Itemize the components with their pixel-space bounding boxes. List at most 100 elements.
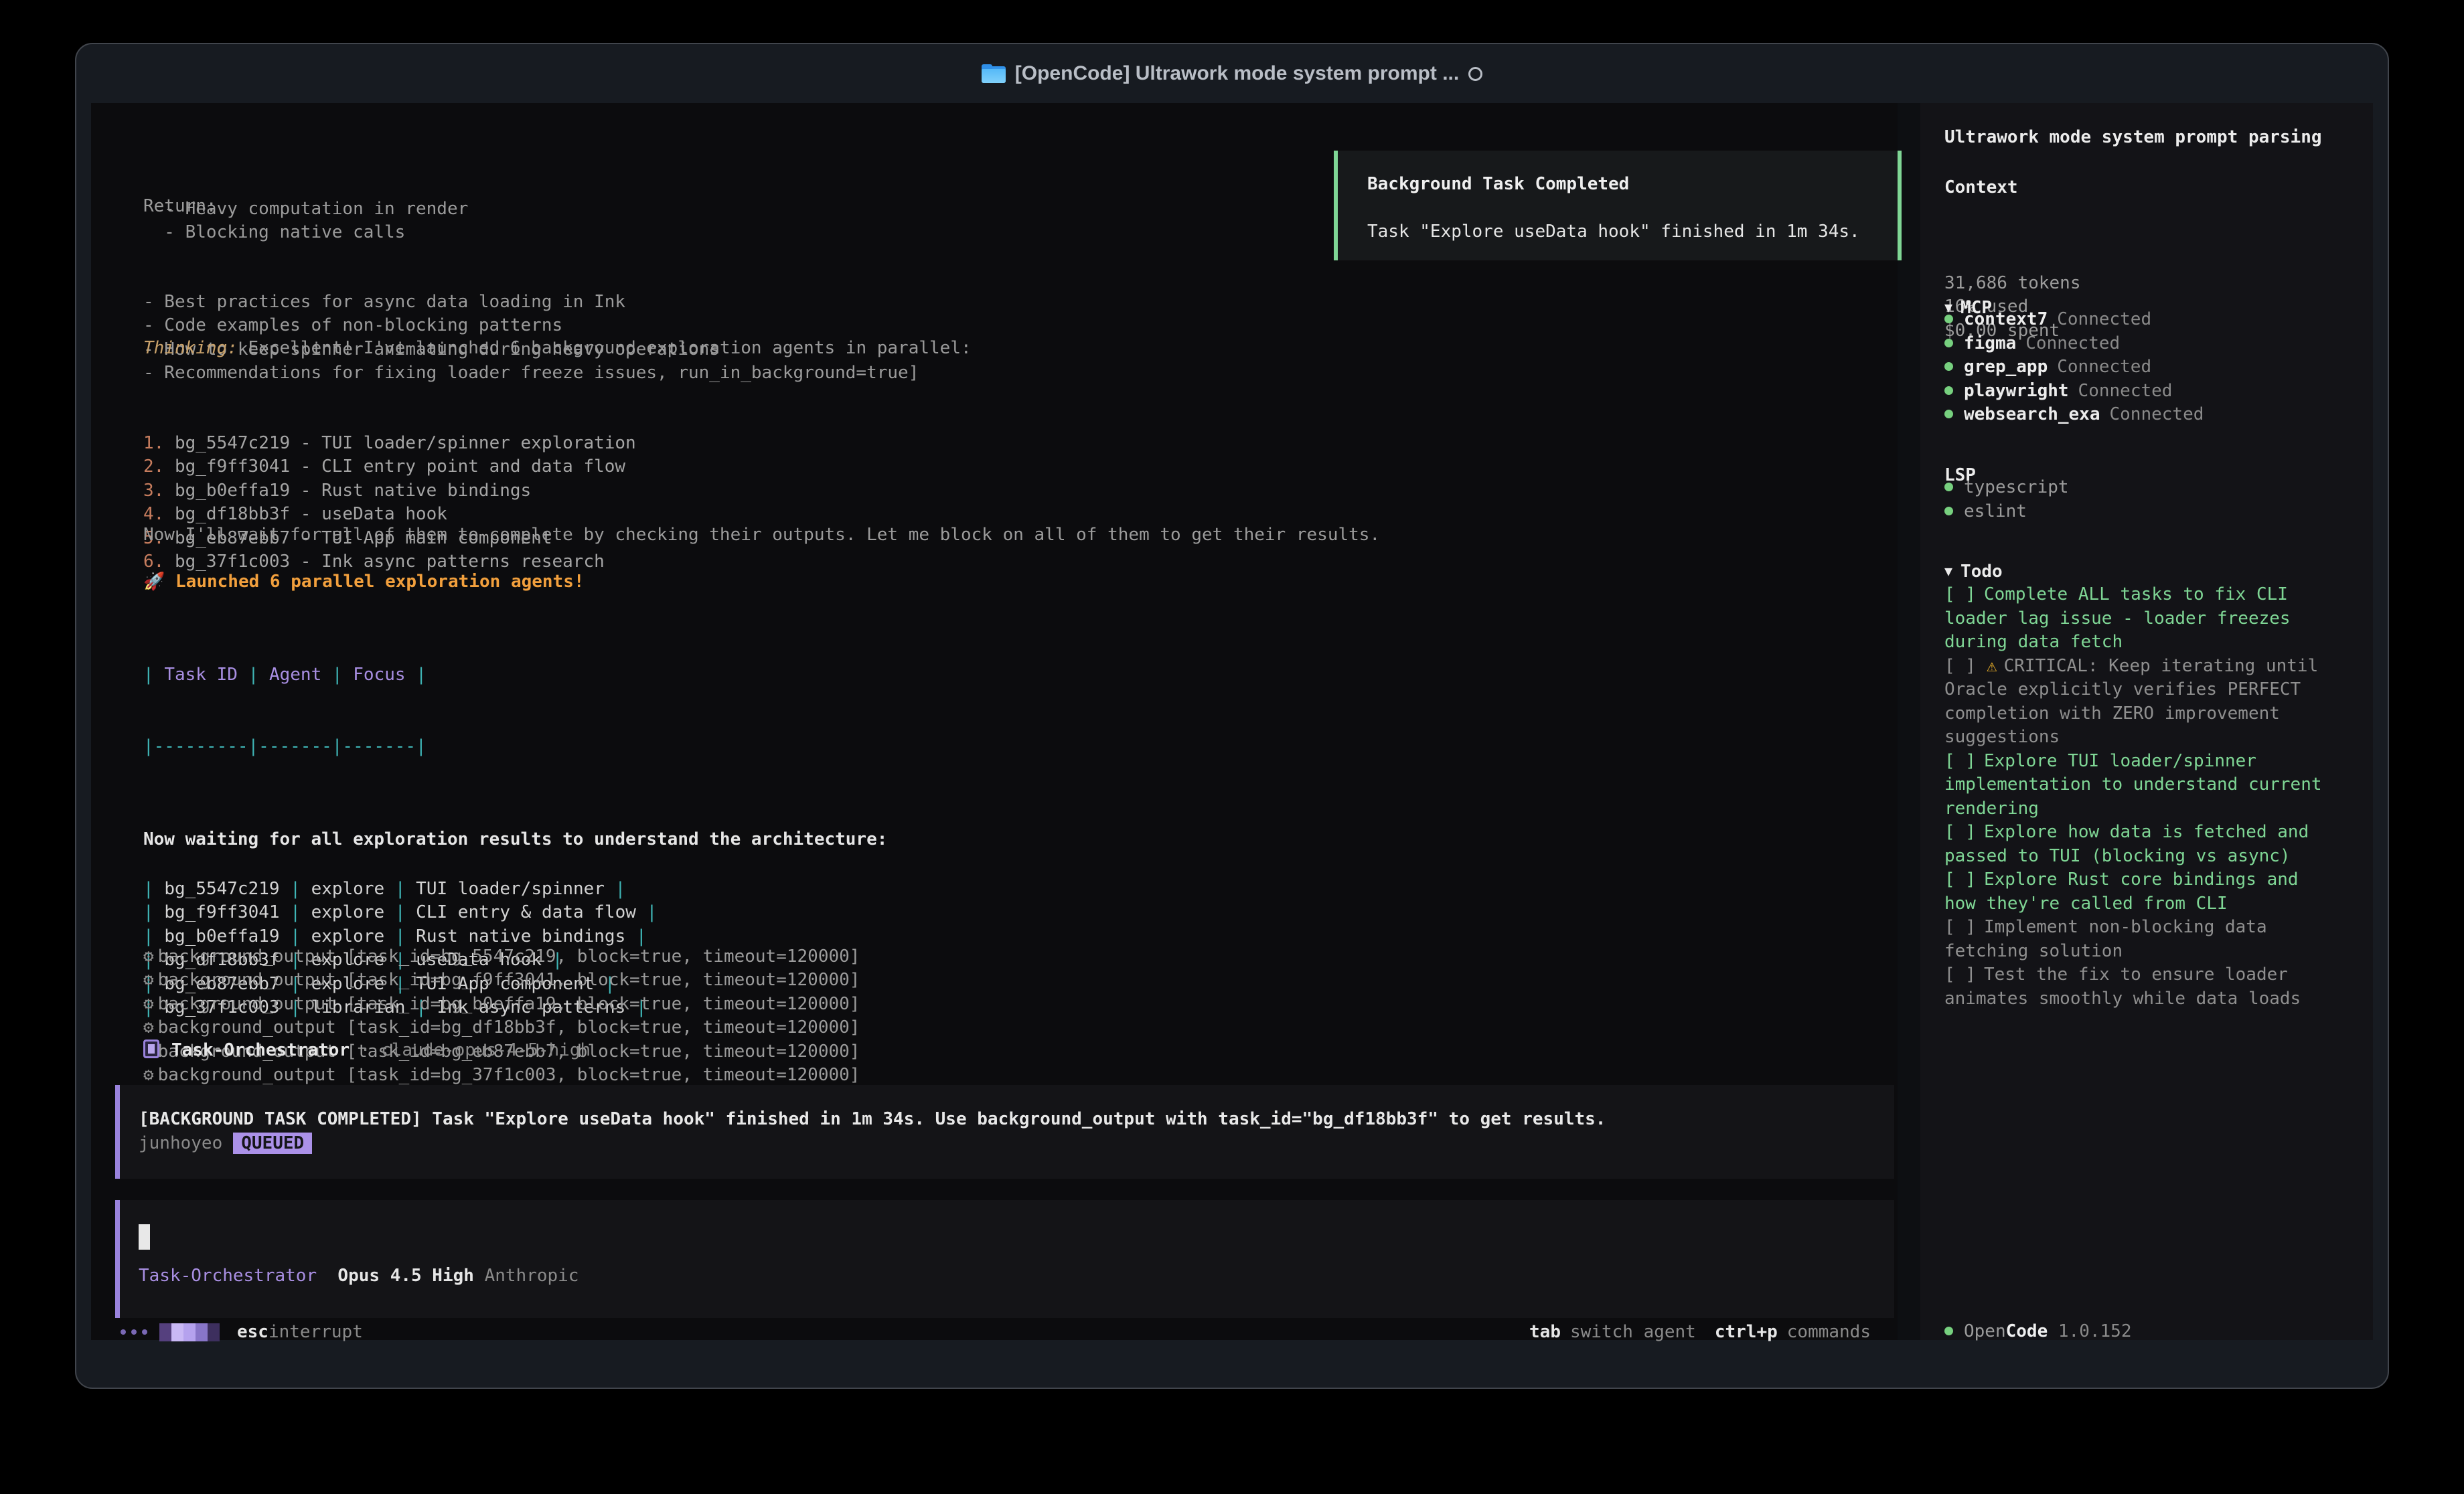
agent-badge-icon: [143, 1040, 159, 1058]
todo-checkbox[interactable]: [ ]: [1944, 584, 1976, 604]
spinner-icon: [159, 1323, 220, 1341]
window-title-group: [OpenCode] Ultrawork mode system prompt …: [76, 44, 2388, 103]
title-bar[interactable]: [OpenCode] Ultrawork mode system prompt …: [76, 44, 2388, 103]
tool-call-line: ⚙background_output [task_id=bg_f9ff3041,…: [143, 969, 860, 993]
mcp-item: context7Connected: [1944, 308, 2204, 332]
username: junhoyeo: [139, 1133, 222, 1153]
todo-item: [ ]Explore Rust core bindings and how th…: [1944, 868, 2333, 916]
launch-text: Launched 6 parallel exploration agents!: [175, 572, 584, 592]
thinking-label: Thinking:: [143, 338, 238, 358]
folder-icon: [982, 64, 1006, 83]
prompt-input[interactable]: Task-Orchestrator Opus 4.5 High Anthropi…: [115, 1200, 1894, 1318]
gear-icon: ⚙: [143, 970, 154, 990]
ctrlp-key-hint[interactable]: ctrl+p: [1715, 1322, 1778, 1342]
todo-item: [ ]⚠CRITICAL: Keep iterating until Oracl…: [1944, 655, 2333, 750]
ctrlp-key-label: commands: [1787, 1322, 1871, 1342]
tool-call-line: ⚙background_output [task_id=bg_b0effa19,…: [143, 993, 860, 1017]
tool-call-line: ⚙background_output [task_id=bg_5547c219,…: [143, 945, 860, 969]
status-dot-icon: [1944, 410, 1953, 418]
agent-list-item: 3. bg_b0effa19 - Rust native bindings: [143, 479, 636, 503]
toast-title: Background Task Completed: [1367, 173, 1898, 197]
todo-item: [ ]Explore how data is fetched and passe…: [1944, 821, 2333, 868]
todo-item: [ ]Explore TUI loader/spinner implementa…: [1944, 750, 2333, 821]
status-dot-icon: [1944, 1327, 1953, 1335]
launch-banner: 🚀 Launched 6 parallel exploration agents…: [143, 570, 585, 594]
todo-list: [ ]Complete ALL tasks to fix CLI loader …: [1944, 583, 2333, 1011]
queued-badge: QUEUED: [233, 1133, 312, 1154]
table-header-row: |Task ID|Agent|Focus|: [143, 663, 657, 687]
lsp-item: eslint: [1944, 500, 2069, 524]
thinking-text: Excellent! I've launched 6 background ex…: [248, 338, 972, 358]
collapse-triangle-icon[interactable]: ▼: [1944, 563, 1952, 579]
todo-checkbox[interactable]: [ ]: [1944, 751, 1976, 771]
todo-item: [ ]Implement non-blocking data fetching …: [1944, 916, 2333, 963]
window-title: [OpenCode] Ultrawork mode system prompt …: [1015, 62, 1459, 85]
input-agent-row[interactable]: Task-Orchestrator Opus 4.5 High Anthropi…: [139, 1264, 579, 1289]
conversation-panel[interactable]: - Heavy computation in render - Blocking…: [91, 103, 1898, 1340]
toast-message: Task "Explore useData hook" finished in …: [1367, 220, 1898, 244]
orchestrator-line: Task-Orchestrator · claude-opus-4-5-high: [143, 1039, 591, 1063]
proxy-circle-icon: [1468, 67, 1482, 81]
todo-checkbox[interactable]: [ ]: [1944, 965, 1976, 985]
table-separator-row: |---------|-------|-------|: [143, 735, 657, 759]
gear-icon: ⚙: [143, 1017, 154, 1038]
todo-heading[interactable]: ▼Todo: [1944, 560, 2003, 584]
status-dot-icon: [1944, 315, 1953, 323]
text-cursor: [139, 1224, 150, 1250]
lsp-item: typescript: [1944, 476, 2069, 500]
todo-checkbox[interactable]: [ ]: [1944, 656, 1976, 676]
background-task-toast[interactable]: Background Task Completed Task "Explore …: [1334, 151, 1902, 260]
todo-item: [ ]Test the fix to ensure loader animate…: [1944, 963, 2333, 1011]
status-dot-icon: [1944, 362, 1953, 371]
gear-icon: ⚙: [143, 1065, 154, 1085]
app-version-footer: OpenCode 1.0.152: [1944, 1320, 2131, 1344]
status-dot-icon: [1944, 339, 1953, 347]
waiting-text: Now waiting for all exploration results …: [143, 828, 887, 852]
context-heading: Context: [1944, 176, 2018, 200]
mcp-item: figmaConnected: [1944, 332, 2204, 356]
session-title: Ultrawork mode system prompt parsing: [1944, 126, 2322, 150]
esc-key-hint[interactable]: esc: [237, 1322, 268, 1342]
rocket-icon: 🚀: [143, 572, 165, 592]
orchestrator-model: claude-opus-4-5-high: [381, 1040, 591, 1060]
agent-list-item: 2. bg_f9ff3041 - CLI entry point and dat…: [143, 455, 636, 479]
status-dot-icon: [1944, 483, 1953, 491]
mcp-item: websearch_exaConnected: [1944, 403, 2204, 427]
thinking-line: Thinking: Excellent! I've launched 6 bac…: [143, 337, 972, 361]
tool-call-line: ⚙background_output [task_id=bg_df18bb3f,…: [143, 1016, 860, 1040]
input-provider: Anthropic: [485, 1266, 579, 1286]
todo-checkbox[interactable]: [ ]: [1944, 822, 1976, 842]
warning-icon: ⚠: [1987, 656, 1997, 676]
tab-key-hint[interactable]: tab: [1529, 1322, 1561, 1342]
agent-list-item: 1. bg_5547c219 - TUI loader/spinner expl…: [143, 432, 636, 456]
mcp-list: context7ConnectedfigmaConnectedgrep_appC…: [1944, 308, 2204, 427]
completed-text: [BACKGROUND TASK COMPLETED] Task "Explor…: [139, 1108, 1894, 1132]
input-model[interactable]: Opus 4.5 High: [337, 1266, 474, 1286]
wait-text: Now I'll wait for all of them to complet…: [143, 523, 1380, 548]
spinner-dot: [142, 1329, 147, 1335]
gear-icon: ⚙: [143, 946, 154, 967]
status-bar-right: tab switch agent ctrl+p commands: [1529, 1320, 1871, 1344]
todo-checkbox[interactable]: [ ]: [1944, 917, 1976, 937]
spinner-dot: [131, 1329, 137, 1335]
completed-meta: junhoyeo QUEUED: [139, 1132, 1894, 1156]
mcp-item: grep_appConnected: [1944, 355, 2204, 380]
tool-call-line: ⚙background_output [task_id=bg_37f1c003,…: [143, 1064, 860, 1088]
terminal-area: - Heavy computation in render - Blocking…: [91, 103, 2373, 1340]
status-dot-icon: [1944, 386, 1953, 395]
lsp-list: typescripteslint: [1944, 476, 2069, 523]
context-stat-line: 31,686 tokens: [1944, 272, 2081, 296]
spinner-dot: [121, 1329, 126, 1335]
return-item: - Best practices for async data loading …: [143, 290, 919, 315]
esc-key-label: interrupt: [268, 1322, 363, 1342]
completed-message-box: [BACKGROUND TASK COMPLETED] Task "Explor…: [115, 1085, 1894, 1179]
version-number: 1.0.152: [2058, 1321, 2132, 1341]
input-agent-name[interactable]: Task-Orchestrator: [139, 1266, 317, 1286]
status-dot-icon: [1944, 507, 1953, 515]
gear-icon: ⚙: [143, 994, 154, 1014]
return-item: - Code examples of non-blocking patterns: [143, 314, 919, 338]
sidebar-panel: Ultrawork mode system prompt parsing Con…: [1920, 103, 2373, 1340]
app-window: [OpenCode] Ultrawork mode system prompt …: [75, 43, 2389, 1389]
return-label: Return:: [143, 195, 217, 219]
todo-checkbox[interactable]: [ ]: [1944, 869, 1976, 890]
